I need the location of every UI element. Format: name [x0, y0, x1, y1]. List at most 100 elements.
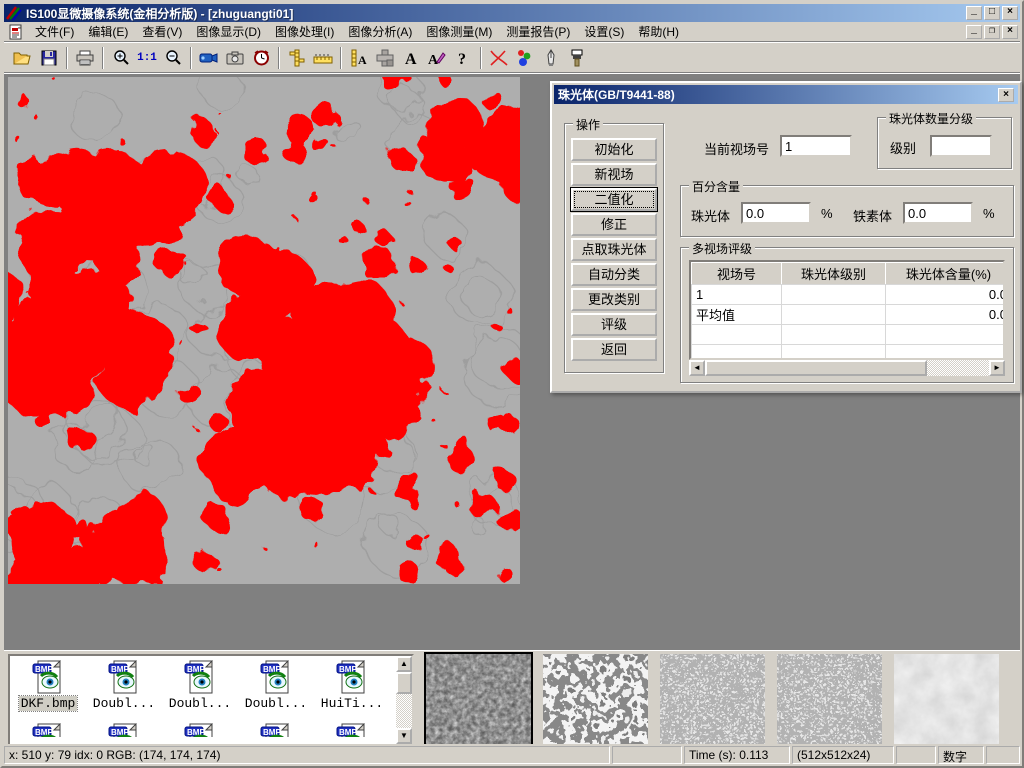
zoom-in-button[interactable] — [108, 45, 134, 70]
toolbar-separator — [190, 47, 192, 69]
timer-icon — [253, 49, 270, 66]
dialog-close-button[interactable]: × — [998, 88, 1014, 102]
binarize-button[interactable]: 二值化 — [571, 188, 657, 211]
brush-fill-button[interactable] — [564, 45, 590, 70]
return-button[interactable]: 返回 — [571, 338, 657, 361]
thumbnail-1[interactable] — [426, 654, 531, 746]
table-horizontal-scrollbar[interactable]: ◄ ► — [689, 360, 1005, 376]
video-capture-button[interactable] — [196, 45, 222, 70]
file-item[interactable]: BMPDKF.bmp — [10, 656, 86, 711]
svg-text:A: A — [405, 51, 417, 66]
file-item[interactable]: BMPDoubl... — [86, 656, 162, 711]
maximize-button[interactable]: □ — [984, 6, 1000, 20]
pick-pearlite-button[interactable]: 点取珠光体 — [571, 238, 657, 261]
help-button[interactable]: ? — [450, 45, 476, 70]
bottom-panel: BMPDKF.bmpBMPDoubl...BMPDoubl...BMPDoubl… — [4, 650, 1020, 748]
menu-edit[interactable]: 编辑(E) — [81, 21, 135, 42]
close-button[interactable]: × — [1002, 6, 1018, 20]
current-field-label: 当前视场号 — [704, 139, 769, 158]
rating-table[interactable]: 视场号 珠光体级别 珠光体含量(%) 铁素体 1 0.0 平均值 — [689, 260, 1005, 360]
change-class-button[interactable]: 更改类别 — [571, 288, 657, 311]
scroll-left-icon[interactable]: ◄ — [689, 360, 705, 376]
save-button[interactable] — [36, 45, 62, 70]
timer-button[interactable] — [248, 45, 274, 70]
file-item-partial[interactable]: BMP — [162, 719, 238, 737]
menu-image-process[interactable]: 图像处理(I) — [268, 21, 341, 42]
open-file-button[interactable] — [10, 45, 36, 70]
zoom-in-icon — [113, 49, 130, 66]
svg-text:?: ? — [458, 51, 466, 66]
edit-annotation-icon: A — [428, 50, 446, 66]
window-title: IS100显微摄像系统(金相分析版) - [zhuguangti01] — [26, 5, 293, 22]
status-resolution: (512x512x24) — [792, 746, 894, 764]
scroll-up-icon[interactable]: ▲ — [396, 656, 412, 672]
menu-image-display[interactable]: 图像显示(D) — [189, 21, 268, 42]
zoom-out-icon — [165, 49, 182, 66]
minimize-button[interactable]: _ — [966, 6, 982, 20]
thumbnail-5[interactable] — [894, 654, 999, 746]
curve-analysis-button[interactable] — [486, 45, 512, 70]
scroll-down-icon[interactable]: ▼ — [396, 728, 412, 744]
toolbar-separator — [278, 47, 280, 69]
pearlite-percent-input[interactable] — [741, 202, 811, 224]
thumbnail-2[interactable] — [543, 654, 648, 746]
phase-color-button[interactable] — [512, 45, 538, 70]
pointer-pen-button[interactable] — [538, 45, 564, 70]
file-vertical-scrollbar[interactable]: ▲ ▼ — [396, 656, 412, 744]
camera-capture-button[interactable] — [222, 45, 248, 70]
bmp-file-icon: BMP — [183, 660, 217, 694]
actual-size-button[interactable]: 1:1 — [134, 45, 160, 70]
metallographic-image[interactable] — [8, 77, 520, 584]
text-annotation-button[interactable]: A — [398, 45, 424, 70]
scrollbar-thumb[interactable] — [705, 360, 927, 376]
child-minimize-button[interactable]: _ — [966, 25, 982, 39]
menu-help[interactable]: 帮助(H) — [631, 21, 686, 42]
file-item-partial[interactable]: BMP — [86, 719, 162, 737]
correct-button[interactable]: 修正 — [571, 213, 657, 236]
file-name[interactable]: Doubl... — [91, 696, 157, 711]
file-item[interactable]: BMPHuiTi... — [314, 656, 390, 711]
menu-settings[interactable]: 设置(S) — [577, 21, 631, 42]
child-restore-button[interactable]: ❐ — [984, 25, 1000, 39]
file-item[interactable]: BMPDoubl... — [238, 656, 314, 711]
new-field-button[interactable]: 新视场 — [571, 163, 657, 186]
zoom-out-button[interactable] — [160, 45, 186, 70]
grade-input[interactable] — [930, 135, 992, 157]
menu-image-analysis[interactable]: 图像分析(A) — [341, 21, 419, 42]
file-name[interactable]: Doubl... — [167, 696, 233, 711]
rate-button[interactable]: 评级 — [571, 313, 657, 336]
child-close-button[interactable]: × — [1002, 25, 1018, 39]
menu-view[interactable]: 查看(V) — [135, 21, 189, 42]
thumbnail-3[interactable] — [660, 654, 765, 746]
ferrite-percent-input[interactable] — [903, 202, 973, 224]
scroll-right-icon[interactable]: ► — [989, 360, 1005, 376]
menu-image-measure[interactable]: 图像测量(M) — [419, 21, 499, 42]
menu-report[interactable]: 测量报告(P) — [499, 21, 577, 42]
file-name[interactable]: DKF.bmp — [19, 696, 78, 711]
file-item-partial[interactable]: BMP — [238, 719, 314, 737]
thumbnail-4[interactable] — [777, 654, 882, 746]
file-item[interactable]: BMP Doubl... — [162, 656, 238, 711]
dialog-title-bar[interactable]: 珠光体(GB/T9441-88) × — [554, 85, 1018, 104]
edit-annotation-button[interactable]: A — [424, 45, 450, 70]
ruler-measure-button[interactable] — [310, 45, 336, 70]
initialize-button[interactable]: 初始化 — [571, 138, 657, 161]
file-item-partial[interactable]: BMP — [10, 719, 86, 737]
file-name[interactable]: HuiTi... — [319, 696, 385, 711]
file-item-partial[interactable]: BMP — [314, 719, 390, 737]
document-icon[interactable] — [8, 24, 24, 40]
menu-file[interactable]: 文件(F) — [28, 21, 81, 42]
scrollbar-thumb[interactable] — [396, 672, 412, 694]
current-field-input[interactable] — [780, 135, 852, 157]
main-window: IS100显微摄像系统(金相分析版) - [zhuguangti01] _ □ … — [0, 0, 1024, 768]
table-row[interactable]: 1 0.0 — [692, 285, 1006, 305]
image-merge-button[interactable] — [372, 45, 398, 70]
pearlite-dialog: 珠光体(GB/T9441-88) × 操作 初始化 新视场 二值化 修正 点取珠… — [550, 81, 1022, 393]
scale-calibration-button[interactable]: A — [346, 45, 372, 70]
file-name[interactable]: Doubl... — [243, 696, 309, 711]
toolbar: 1:1 — [4, 43, 1020, 73]
auto-classify-button[interactable]: 自动分类 — [571, 263, 657, 286]
caliper-measure-button[interactable] — [284, 45, 310, 70]
print-button[interactable] — [72, 45, 98, 70]
table-row[interactable]: 平均值 0.0 — [692, 305, 1006, 325]
